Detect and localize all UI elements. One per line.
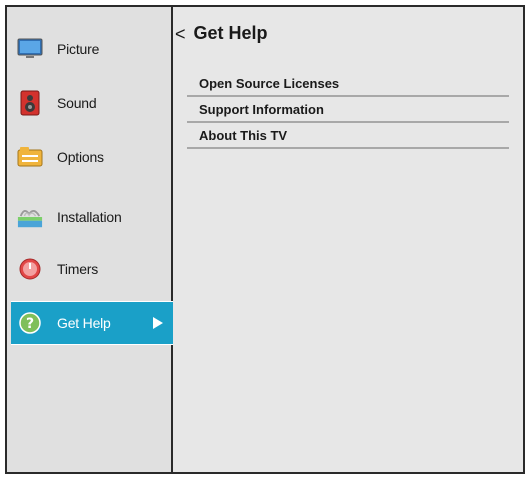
settings-window: Picture Sound Options Installation Timer… bbox=[5, 5, 525, 474]
settings-sidebar: Picture Sound Options Installation Timer… bbox=[7, 7, 173, 472]
help-options-list: Open Source Licenses Support Information… bbox=[187, 71, 509, 149]
sidebar-item-label: Options bbox=[57, 149, 104, 165]
options-folder-icon bbox=[17, 144, 43, 170]
menu-item-open-source-licenses[interactable]: Open Source Licenses bbox=[187, 71, 509, 97]
back-button[interactable]: < Get Help bbox=[175, 23, 268, 44]
page-title: Get Help bbox=[193, 23, 268, 43]
clock-icon bbox=[17, 256, 43, 282]
sidebar-item-timers[interactable]: Timers bbox=[11, 247, 173, 291]
menu-item-label: Open Source Licenses bbox=[199, 75, 340, 91]
menu-item-support-information[interactable]: Support Information bbox=[187, 97, 509, 123]
antenna-icon bbox=[17, 204, 43, 230]
sidebar-item-label: Timers bbox=[57, 261, 99, 277]
sidebar-item-sound[interactable]: Sound bbox=[11, 81, 173, 125]
sidebar-item-label: Picture bbox=[57, 41, 100, 57]
menu-item-label: Support Information bbox=[199, 101, 324, 117]
menu-item-about-this-tv[interactable]: About This TV bbox=[187, 123, 509, 149]
help-question-icon: ? bbox=[17, 310, 43, 336]
chevron-right-icon bbox=[153, 317, 163, 329]
sidebar-item-label: Sound bbox=[57, 95, 97, 111]
back-arrow-icon: < bbox=[175, 23, 186, 44]
sidebar-item-label: Get Help bbox=[57, 315, 111, 331]
main-content: < Get Help Open Source Licenses Support … bbox=[173, 7, 523, 472]
sidebar-item-label: Installation bbox=[57, 209, 122, 225]
svg-text:?: ? bbox=[26, 316, 34, 332]
sidebar-item-picture[interactable]: Picture bbox=[11, 27, 173, 71]
sidebar-item-options[interactable]: Options bbox=[11, 135, 173, 179]
menu-item-label: About This TV bbox=[199, 127, 288, 143]
speaker-icon bbox=[17, 90, 43, 116]
sidebar-item-get-help[interactable]: ? Get Help bbox=[11, 301, 173, 345]
sidebar-item-installation[interactable]: Installation bbox=[11, 195, 173, 239]
monitor-icon bbox=[17, 36, 43, 62]
